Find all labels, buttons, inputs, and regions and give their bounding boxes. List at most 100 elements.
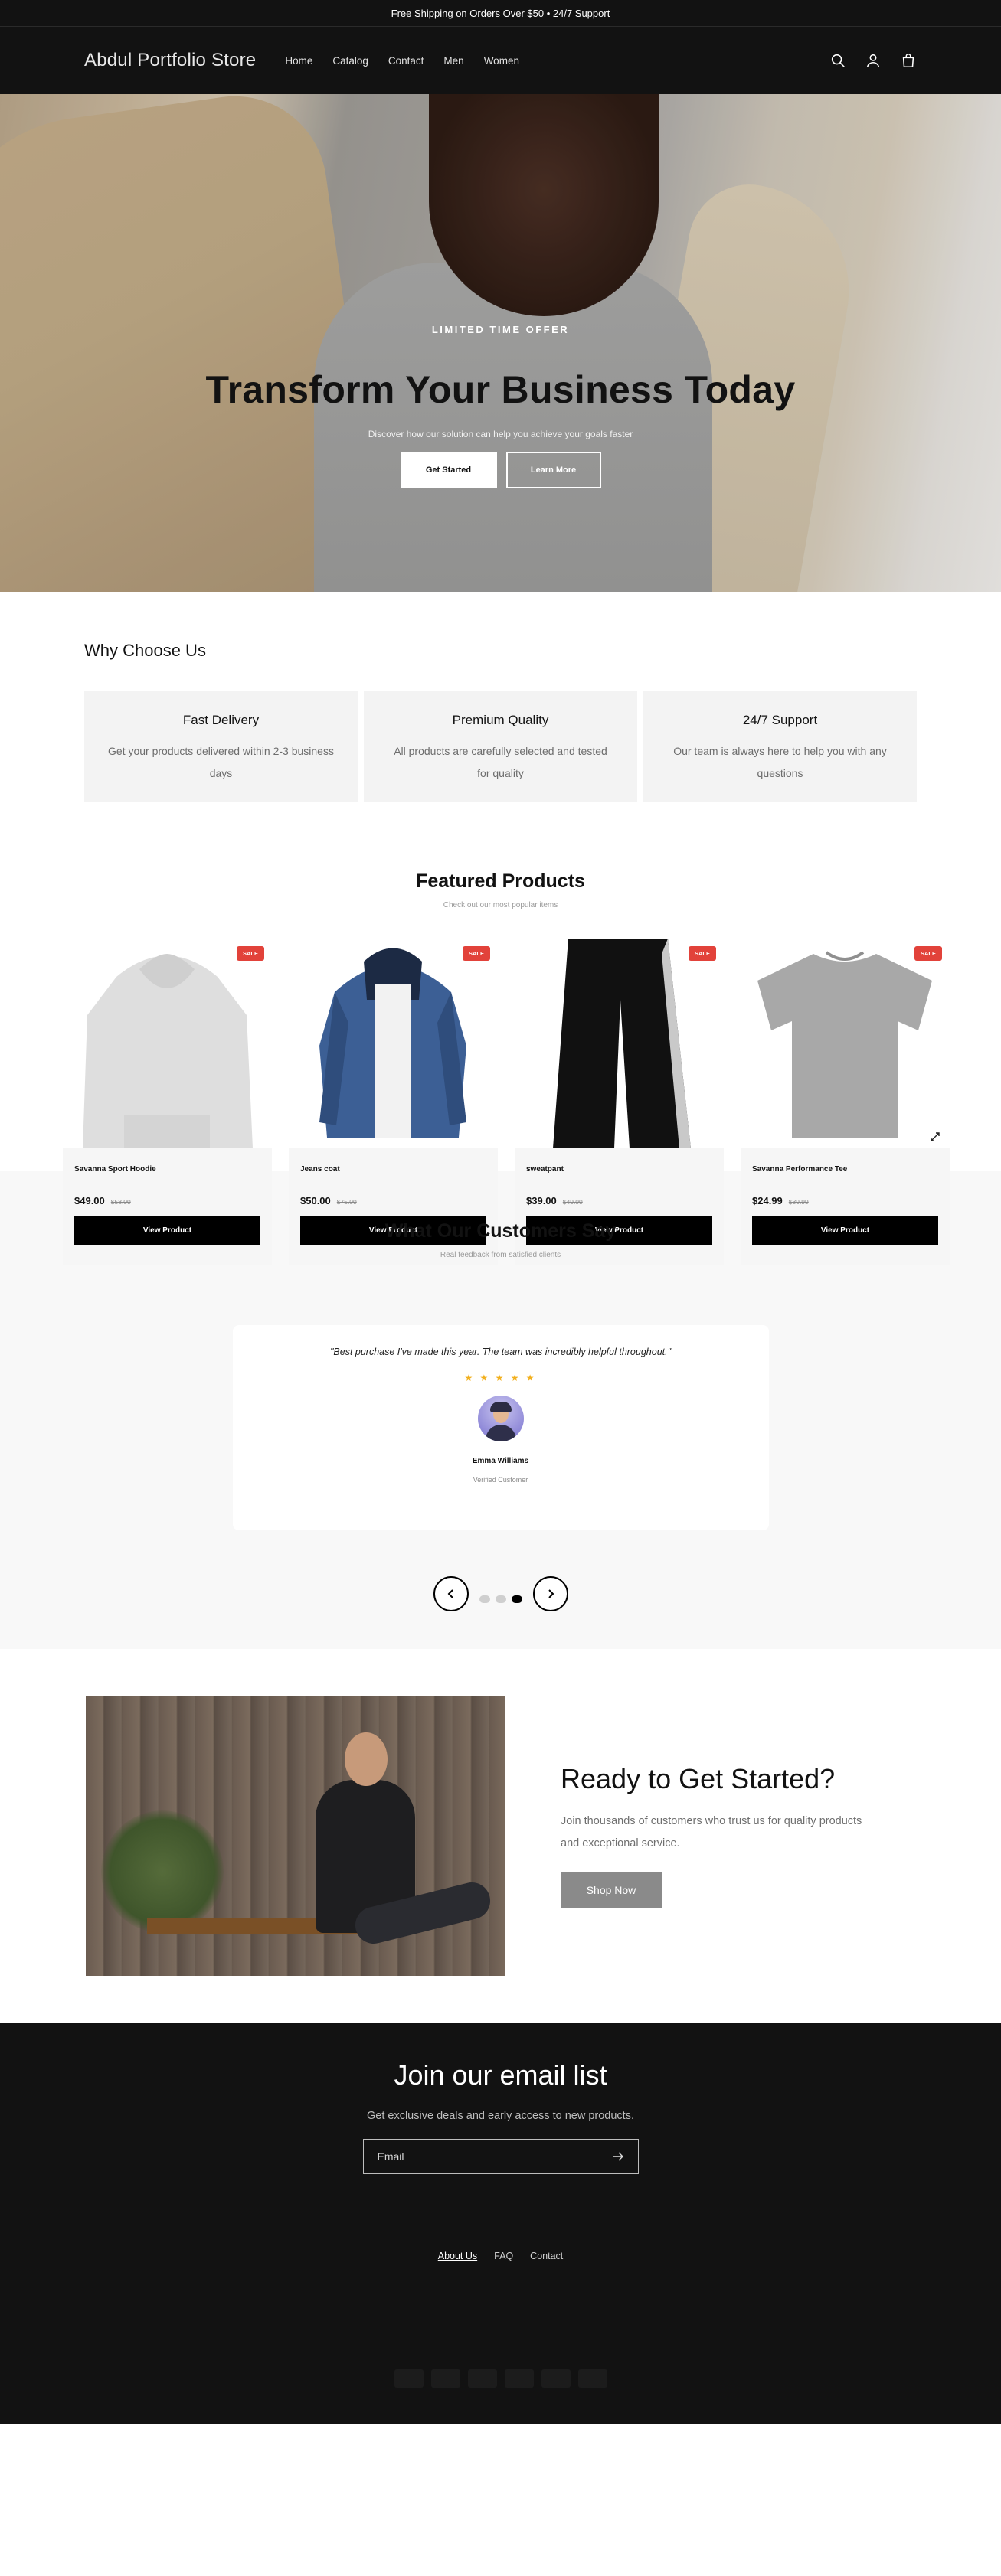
why-card-text: All products are carefully selected and … [394, 745, 607, 779]
product-card[interactable]: SALE Savanna Sport Hoodie $49.00 $58.00 … [63, 939, 272, 1265]
nav-contact[interactable]: Contact [388, 55, 424, 67]
carousel-dot[interactable] [479, 1595, 490, 1603]
product-prices: $49.00 $58.00 [74, 1195, 260, 1206]
payment-icon [541, 2369, 571, 2388]
cta-section: Ready to Get Started? Join thousands of … [0, 1649, 1001, 2023]
product-compare-price: $58.00 [110, 1198, 131, 1206]
product-card[interactable]: SALE sweatpant $39.00 $49.00 View Produc… [515, 939, 724, 1265]
sale-badge: SALE [236, 946, 264, 961]
payment-icons [0, 2369, 1001, 2388]
featured-subtitle: Check out our most popular items [443, 901, 558, 909]
hero-title: Transform Your Business Today [205, 368, 796, 411]
prev-slide-button[interactable] [433, 1576, 469, 1611]
product-image-tee[interactable]: SALE [741, 939, 950, 1148]
why-card-text: Our team is always here to help you with… [673, 745, 887, 779]
carousel-dots [479, 1585, 522, 1603]
testimonial-card: "Best purchase I've made this year. The … [232, 1325, 769, 1530]
reviewer-role: Verified Customer [473, 1476, 528, 1484]
chevron-right-icon [548, 1589, 554, 1598]
tee-image [757, 951, 932, 1138]
carousel-controls [0, 1576, 1001, 1611]
product-compare-price: $49.00 [562, 1198, 583, 1206]
why-card-quality: Premium Quality All products are careful… [364, 691, 637, 802]
sale-badge: SALE [914, 946, 942, 961]
payment-icon [394, 2369, 424, 2388]
why-cards: Fast Delivery Get your products delivere… [84, 691, 917, 802]
nav-catalog[interactable]: Catalog [332, 55, 368, 67]
why-card-title: 24/7 Support [742, 713, 818, 727]
why-choose-us: Why Choose Us Fast Delivery Get your pro… [0, 592, 1001, 828]
learn-more-button[interactable]: Learn More [505, 452, 601, 488]
hoodie-image [83, 954, 253, 1148]
why-title: Why Choose Us [84, 641, 206, 660]
product-prices: $50.00 $75.00 [300, 1195, 486, 1206]
store-logo[interactable]: Abdul Portfolio Store [84, 50, 256, 71]
cta-description: Join thousands of customers who trust us… [561, 1815, 862, 1850]
nav-men[interactable]: Men [443, 55, 463, 67]
view-product-button[interactable]: View Product [74, 1216, 260, 1245]
email-placeholder: Email [377, 2150, 404, 2163]
why-card-title: Premium Quality [452, 713, 549, 727]
search-icon[interactable] [829, 52, 846, 69]
arrow-right-icon[interactable] [612, 2152, 624, 2161]
payment-icon [577, 2369, 607, 2388]
product-name[interactable]: sweatpant [526, 1165, 712, 1174]
why-card-delivery: Fast Delivery Get your products delivere… [84, 691, 358, 802]
product-price: $39.00 [526, 1195, 557, 1206]
view-product-button[interactable]: View Product [752, 1216, 938, 1245]
hero-kicker: LIMITED TIME OFFER [431, 324, 570, 335]
product-prices: $39.00 $49.00 [526, 1195, 712, 1206]
carousel-dot-active[interactable] [511, 1595, 522, 1603]
footer-link-about[interactable]: About Us [438, 2251, 477, 2261]
newsletter-subtitle: Get exclusive deals and early access to … [367, 2110, 634, 2122]
zoom-icon[interactable] [930, 1131, 940, 1142]
product-price: $50.00 [300, 1195, 331, 1206]
testimonial-quote: "Best purchase I've made this year. The … [329, 1347, 672, 1357]
product-image-hoodie[interactable]: SALE [63, 939, 272, 1148]
shop-now-button[interactable]: Shop Now [561, 1872, 662, 1908]
chevron-left-icon [447, 1589, 453, 1598]
product-name[interactable]: Savanna Sport Hoodie [74, 1165, 260, 1174]
email-field[interactable]: Email [362, 2139, 639, 2174]
next-slide-button[interactable] [532, 1576, 568, 1611]
main-nav: Home Catalog Contact Men Women [285, 55, 519, 67]
featured-title: Featured Products [416, 870, 585, 892]
cta-title: Ready to Get Started? [561, 1763, 836, 1794]
header-icons [829, 52, 917, 69]
sale-badge: SALE [688, 946, 716, 961]
product-name[interactable]: Savanna Performance Tee [752, 1165, 938, 1174]
get-started-button[interactable]: Get Started [400, 452, 497, 488]
product-grid: SALE Savanna Sport Hoodie $49.00 $58.00 … [63, 939, 1001, 1265]
newsletter-title: Join our email list [394, 2059, 607, 2091]
footer-links: About Us FAQ Contact [0, 2251, 1001, 2261]
product-card[interactable]: SALE Savanna Performance Tee $24.99 $39.… [741, 939, 950, 1265]
account-icon[interactable] [865, 52, 882, 69]
announcement-text: Free Shipping on Orders Over $50 • 24/7 … [391, 7, 610, 19]
cta-image [86, 1696, 505, 1976]
nav-home[interactable]: Home [285, 55, 312, 67]
product-compare-price: $75.00 [336, 1198, 357, 1206]
announcement-bar: Free Shipping on Orders Over $50 • 24/7 … [0, 0, 1001, 27]
product-info: Savanna Sport Hoodie $49.00 $58.00 View … [63, 1148, 272, 1265]
product-image-sweatpant[interactable]: SALE [515, 939, 724, 1148]
why-card-support: 24/7 Support Our team is always here to … [643, 691, 917, 802]
payment-icon [504, 2369, 534, 2388]
footer-link-contact[interactable]: Contact [530, 2251, 563, 2261]
nav-women[interactable]: Women [484, 55, 519, 67]
product-name[interactable]: Jeans coat [300, 1165, 486, 1174]
cart-icon[interactable] [900, 52, 917, 69]
carousel-dot[interactable] [495, 1595, 506, 1603]
why-card-text: Get your products delivered within 2-3 b… [108, 745, 334, 779]
man-head-illustration [345, 1732, 388, 1786]
avatar [477, 1396, 524, 1441]
footer-link-faq[interactable]: FAQ [494, 2251, 513, 2261]
product-info: Jeans coat $50.00 $75.00 View Product [289, 1148, 498, 1265]
product-image-jeans-coat[interactable]: SALE [289, 939, 498, 1148]
hero-content: LIMITED TIME OFFER Transform Your Busine… [0, 324, 1001, 488]
cta-text: Ready to Get Started? Join thousands of … [561, 1763, 867, 1908]
product-card[interactable]: SALE Jeans coat $50.00 $75.00 View Produ… [289, 939, 498, 1265]
product-info: sweatpant $39.00 $49.00 View Product [515, 1148, 724, 1265]
sweatpant-image [553, 939, 691, 1148]
product-price: $49.00 [74, 1195, 105, 1206]
jeans-coat-image [319, 948, 466, 1138]
